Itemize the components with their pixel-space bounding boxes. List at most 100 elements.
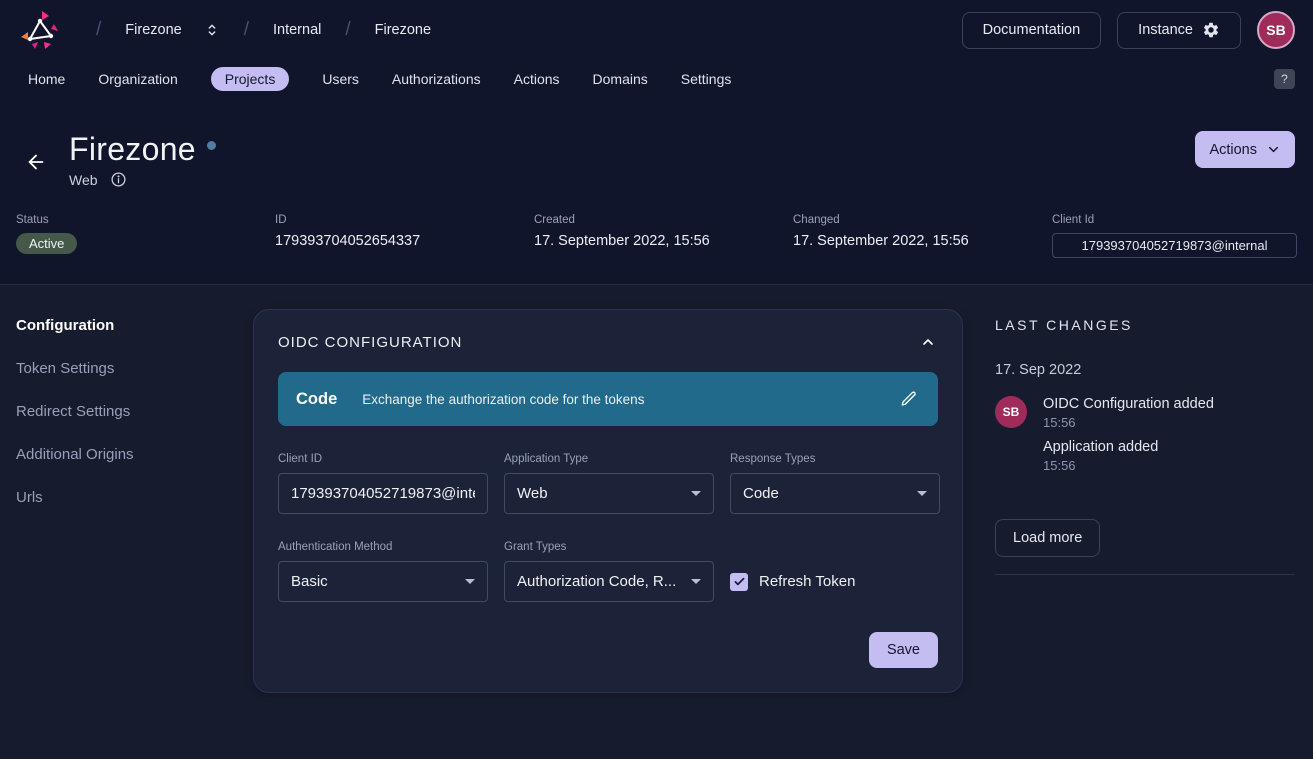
select-arrow-icon [691, 491, 701, 496]
breadcrumb: / Firezone / Internal / Firezone [72, 19, 431, 41]
grant-flow-banner: Code Exchange the authorization code for… [278, 372, 938, 426]
breadcrumb-org[interactable]: Firezone [125, 22, 181, 38]
pencil-icon [900, 390, 918, 408]
app-state-dot [207, 141, 216, 150]
meta-id: ID 179393704052654337 [275, 214, 534, 258]
load-more-button[interactable]: Load more [995, 519, 1100, 557]
top-region: / Firezone / Internal / Firezone Documen… [0, 0, 1313, 285]
edit-grant-flow-button[interactable] [898, 388, 920, 410]
client-id-label: Client Id [1052, 214, 1297, 226]
event-avatar: SB [995, 396, 1027, 428]
event-time: 15:56 [1043, 415, 1214, 430]
user-avatar[interactable]: SB [1257, 11, 1295, 49]
event-time: 15:56 [1043, 458, 1214, 473]
event-label[interactable]: Application added [1043, 439, 1214, 455]
meta-client-id: Client Id 179393704052719873@internal [1052, 214, 1297, 258]
id-label: ID [275, 214, 534, 226]
nav-item-home[interactable]: Home [28, 71, 65, 87]
meta-row: Status Active ID 179393704052654337 Crea… [0, 188, 1313, 284]
nav-item-actions[interactable]: Actions [514, 71, 560, 87]
help-button[interactable]: ? [1274, 69, 1295, 89]
sidebar-item-additional-origins[interactable]: Additional Origins [16, 446, 253, 463]
org-switcher-unfold-icon[interactable] [204, 22, 220, 38]
sidebar-item-redirect-settings[interactable]: Redirect Settings [16, 403, 253, 420]
response-types-value: Code [743, 485, 779, 502]
grant-types-field-group: Grant Types Authorization Code, R... [504, 541, 714, 602]
main-nav: Home Organization Projects Users Authori… [0, 60, 1313, 97]
select-arrow-icon [465, 579, 475, 584]
card-title: OIDC CONFIGURATION [278, 334, 462, 351]
page-header: Firezone Web Actions [0, 97, 1313, 188]
breadcrumb-separator: / [244, 19, 249, 41]
sidebar-item-urls[interactable]: Urls [16, 489, 253, 506]
nav-item-users[interactable]: Users [322, 71, 359, 87]
refresh-token-checkbox-row[interactable]: Refresh Token [730, 561, 855, 602]
application-type-value: Web [517, 485, 548, 502]
documentation-button[interactable]: Documentation [962, 12, 1102, 49]
nav-item-organization[interactable]: Organization [98, 71, 177, 87]
breadcrumb-app[interactable]: Firezone [375, 22, 431, 38]
sidebar-item-token-settings[interactable]: Token Settings [16, 360, 253, 377]
back-button[interactable] [21, 147, 51, 180]
nav-item-domains[interactable]: Domains [593, 71, 648, 87]
instance-button[interactable]: Instance [1117, 12, 1241, 49]
meta-changed: Changed 17. September 2022, 15:56 [793, 214, 1052, 258]
refresh-token-checkbox[interactable] [730, 573, 748, 591]
zitadel-logo-icon[interactable] [18, 8, 62, 52]
collapse-card-button[interactable] [918, 332, 938, 352]
created-label: Created [534, 214, 793, 226]
app-type-subtitle: Web [69, 172, 98, 188]
form-row-1: Client ID Application Type Web Response … [278, 453, 938, 514]
oidc-configuration-card: OIDC CONFIGURATION Code Exchange the aut… [253, 309, 963, 693]
application-type-select[interactable]: Web [504, 473, 714, 514]
auth-method-value: Basic [291, 573, 328, 590]
meta-status: Status Active [16, 214, 275, 258]
changes-event-group: SB OIDC Configuration added 15:56 Applic… [995, 396, 1295, 473]
grant-types-select[interactable]: Authorization Code, R... [504, 561, 714, 602]
client-id-input[interactable] [278, 473, 488, 514]
chevron-up-icon [920, 334, 936, 350]
breadcrumb-separator: / [345, 19, 350, 41]
changes-date: 17. Sep 2022 [995, 362, 1295, 378]
refresh-token-label: Refresh Token [759, 573, 855, 590]
last-changes-title: LAST CHANGES [995, 317, 1295, 333]
grant-flow-description: Exchange the authorization code for the … [362, 392, 644, 407]
gear-icon [1202, 21, 1220, 39]
select-arrow-icon [917, 491, 927, 496]
id-value: 179393704052654337 [275, 233, 534, 249]
created-value: 17. September 2022, 15:56 [534, 233, 793, 249]
status-label: Status [16, 214, 275, 226]
application-type-label: Application Type [504, 453, 714, 465]
nav-item-projects[interactable]: Projects [211, 67, 290, 91]
status-badge: Active [16, 233, 77, 254]
documentation-label: Documentation [983, 22, 1081, 38]
chevron-down-icon [1266, 142, 1281, 157]
avatar-initials: SB [1266, 22, 1285, 38]
breadcrumb-separator: / [96, 19, 101, 41]
save-button[interactable]: Save [869, 632, 938, 668]
client-id-field-group: Client ID [278, 453, 488, 514]
nav-item-authorizations[interactable]: Authorizations [392, 71, 481, 87]
form-row-2: Authentication Method Basic Grant Types … [278, 541, 938, 602]
actions-menu-button[interactable]: Actions [1195, 131, 1295, 168]
nav-item-settings[interactable]: Settings [681, 71, 732, 87]
title-group: Firezone Web [69, 131, 216, 188]
auth-method-field-group: Authentication Method Basic [278, 541, 488, 602]
auth-method-label: Authentication Method [278, 541, 488, 553]
main-content: Configuration Token Settings Redirect Se… [0, 285, 1313, 693]
event-label[interactable]: OIDC Configuration added [1043, 396, 1214, 412]
change-event: OIDC Configuration added 15:56 [1043, 396, 1214, 430]
changed-label: Changed [793, 214, 1052, 226]
auth-method-select[interactable]: Basic [278, 561, 488, 602]
breadcrumb-project[interactable]: Internal [273, 22, 321, 38]
sidebar-item-configuration[interactable]: Configuration [16, 317, 253, 334]
response-types-select[interactable]: Code [730, 473, 940, 514]
change-event: Application added 15:56 [1043, 439, 1214, 473]
last-changes-panel: LAST CHANGES 17. Sep 2022 SB OIDC Config… [995, 309, 1295, 575]
topbar-right: Documentation Instance SB [962, 11, 1295, 49]
application-type-field-group: Application Type Web [504, 453, 714, 514]
back-arrow-icon [25, 151, 47, 173]
response-types-field-group: Response Types Code [730, 453, 940, 514]
info-icon[interactable] [110, 171, 127, 188]
client-id-copy-box[interactable]: 179393704052719873@internal [1052, 233, 1297, 258]
